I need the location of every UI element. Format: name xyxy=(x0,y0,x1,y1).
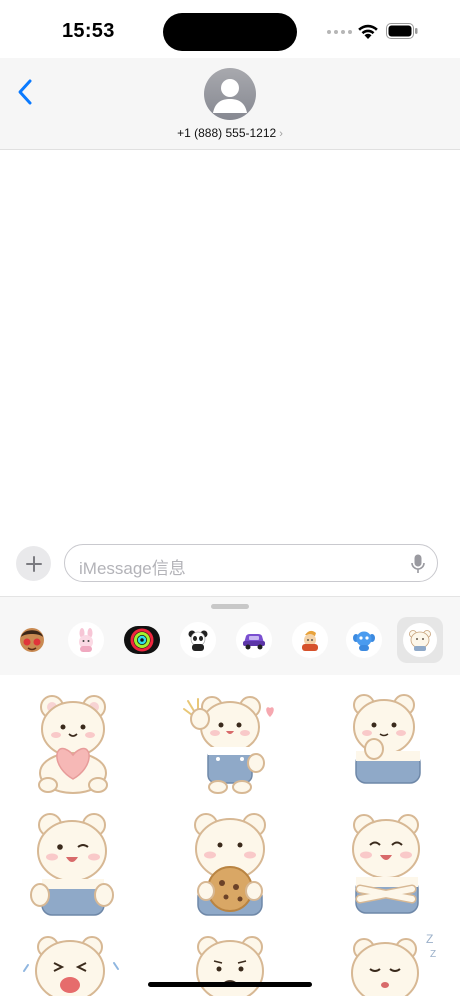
messages-screen: 15:53 +1 (888) 555-1212 › iMessage信息 Z Z xyxy=(0,0,460,996)
bear-eating-cookie-icon xyxy=(194,813,266,916)
contact-title[interactable]: +1 (888) 555-1212 › xyxy=(0,126,460,140)
sticker-drawer: Z Z xyxy=(0,596,460,996)
microphone-icon[interactable] xyxy=(411,554,425,574)
drawer-grabber[interactable] xyxy=(211,604,249,609)
status-time: 15:53 xyxy=(62,20,115,42)
apps-plus-button[interactable] xyxy=(16,546,51,581)
bear-thinking-icon xyxy=(353,694,421,784)
memoji-stickers-app[interactable] xyxy=(14,622,50,658)
activity-rings-app[interactable] xyxy=(124,626,160,654)
contact-chevron-icon: › xyxy=(279,128,283,140)
svg-text:Z: Z xyxy=(430,949,436,960)
battery-icon xyxy=(386,23,418,39)
panda-icon xyxy=(188,630,208,651)
app-strip xyxy=(0,617,460,665)
bear-smiling-icon xyxy=(352,814,420,914)
person-avatar-icon xyxy=(213,79,247,113)
sticker-grid: Z Z xyxy=(0,675,460,996)
bear-sleeping-icon: Z Z xyxy=(351,932,436,996)
pink-bunny-icon xyxy=(79,628,93,652)
character-sticker-icon xyxy=(302,630,318,651)
bear-crying-sticker[interactable] xyxy=(20,927,140,996)
bear-winking-sticker[interactable] xyxy=(14,807,134,919)
panda-app[interactable] xyxy=(180,622,216,658)
blue-monster-app[interactable] xyxy=(346,622,382,658)
blue-monster-icon xyxy=(353,631,375,651)
purple-car-icon xyxy=(243,634,265,650)
message-input[interactable]: iMessage信息 xyxy=(64,544,438,582)
contact-number: +1 (888) 555-1212 xyxy=(177,126,277,140)
dynamic-island xyxy=(163,13,297,51)
bear-winking-icon xyxy=(30,813,114,916)
chevron-left-icon xyxy=(18,79,32,105)
bear-holding-heart-icon xyxy=(38,695,108,794)
pink-bunny-app[interactable] xyxy=(68,622,104,658)
bear-thinking-sticker[interactable] xyxy=(330,687,450,799)
home-indicator[interactable] xyxy=(148,982,312,987)
svg-text:Z: Z xyxy=(426,932,433,946)
activity-rings-icon xyxy=(130,628,154,652)
bear-smiling-sticker[interactable] xyxy=(330,807,450,919)
white-bear-icon xyxy=(409,630,431,651)
conversation-area xyxy=(0,151,460,536)
bear-holding-heart-sticker[interactable] xyxy=(12,687,132,799)
conversation-header: +1 (888) 555-1212 › xyxy=(0,58,460,150)
back-button[interactable] xyxy=(10,74,40,110)
bear-crying-icon xyxy=(23,936,119,996)
bear-eating-cookie-sticker[interactable] xyxy=(170,807,290,919)
bear-waving-sticker[interactable] xyxy=(170,687,290,799)
message-placeholder: iMessage信息 xyxy=(79,559,186,578)
cellular-signal-icon xyxy=(327,30,352,34)
contact-avatar[interactable] xyxy=(204,68,256,120)
character-sticker-app[interactable] xyxy=(292,622,328,658)
memoji-icon xyxy=(20,628,44,652)
status-bar: 15:53 xyxy=(0,0,460,58)
bear-sleeping-sticker[interactable]: Z Z xyxy=(330,927,450,996)
bear-waving-icon xyxy=(183,696,274,794)
purple-car-app[interactable] xyxy=(236,622,272,658)
wifi-icon xyxy=(358,24,378,39)
white-bear-app[interactable] xyxy=(397,617,443,663)
plus-icon xyxy=(25,555,42,572)
